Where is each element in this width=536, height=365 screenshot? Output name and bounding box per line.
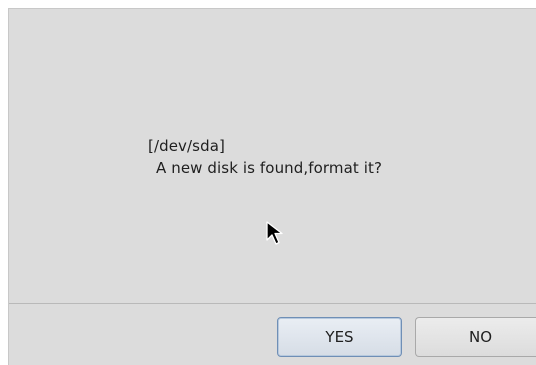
device-path-label: [/dev/sda] <box>148 137 225 155</box>
no-button-label: NO <box>468 328 493 346</box>
arrow-cursor-icon <box>266 221 283 245</box>
format-disk-dialog: [/dev/sda] A new disk is found,format it… <box>8 8 536 365</box>
yes-button[interactable]: YES <box>277 317 402 357</box>
format-question-label: A new disk is found,format it? <box>156 159 383 177</box>
dialog-message: [/dev/sda] A new disk is found,format it… <box>148 135 382 179</box>
button-bar-divider <box>9 303 536 304</box>
no-button[interactable]: NO <box>415 317 536 357</box>
yes-button-label: YES <box>325 328 354 346</box>
